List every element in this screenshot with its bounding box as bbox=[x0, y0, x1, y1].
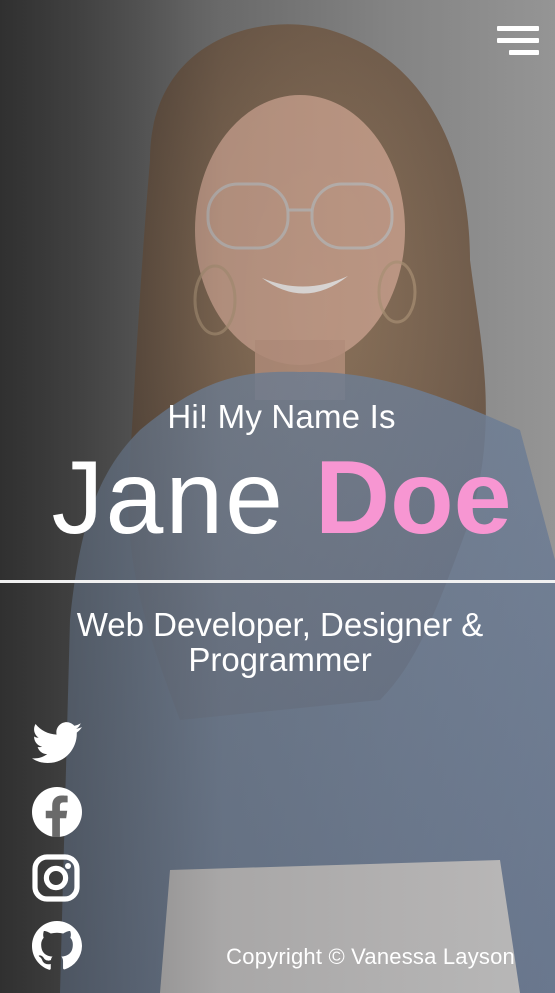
twitter-link[interactable] bbox=[32, 722, 82, 764]
github-link[interactable] bbox=[32, 920, 82, 970]
hero-section: Hi! My Name Is Jane Doe Web Developer, De… bbox=[0, 0, 555, 993]
footer-copyright: Copyright © Vanessa Layson bbox=[226, 944, 515, 969]
first-name: Jane bbox=[51, 440, 286, 556]
hero-name: Jane Doe bbox=[0, 438, 555, 558]
last-name: Doe bbox=[315, 440, 512, 556]
role-line-2: Programmer bbox=[188, 641, 372, 678]
github-icon bbox=[32, 921, 82, 970]
twitter-icon bbox=[32, 722, 82, 763]
facebook-link[interactable] bbox=[32, 787, 82, 837]
menu-bar-icon bbox=[497, 38, 539, 43]
hero-divider bbox=[0, 580, 555, 583]
menu-bar-icon bbox=[497, 26, 539, 31]
menu-bar-icon bbox=[509, 50, 539, 55]
role-line-1: Web Developer, Designer & bbox=[76, 606, 484, 643]
hero-role: Web Developer, Designer & Programmer bbox=[30, 607, 530, 677]
facebook-icon bbox=[32, 787, 82, 837]
instagram-link[interactable] bbox=[32, 854, 82, 902]
instagram-icon bbox=[32, 854, 80, 902]
hamburger-menu-button[interactable] bbox=[497, 24, 539, 58]
hero-greeting: Hi! My Name Is bbox=[167, 398, 396, 435]
